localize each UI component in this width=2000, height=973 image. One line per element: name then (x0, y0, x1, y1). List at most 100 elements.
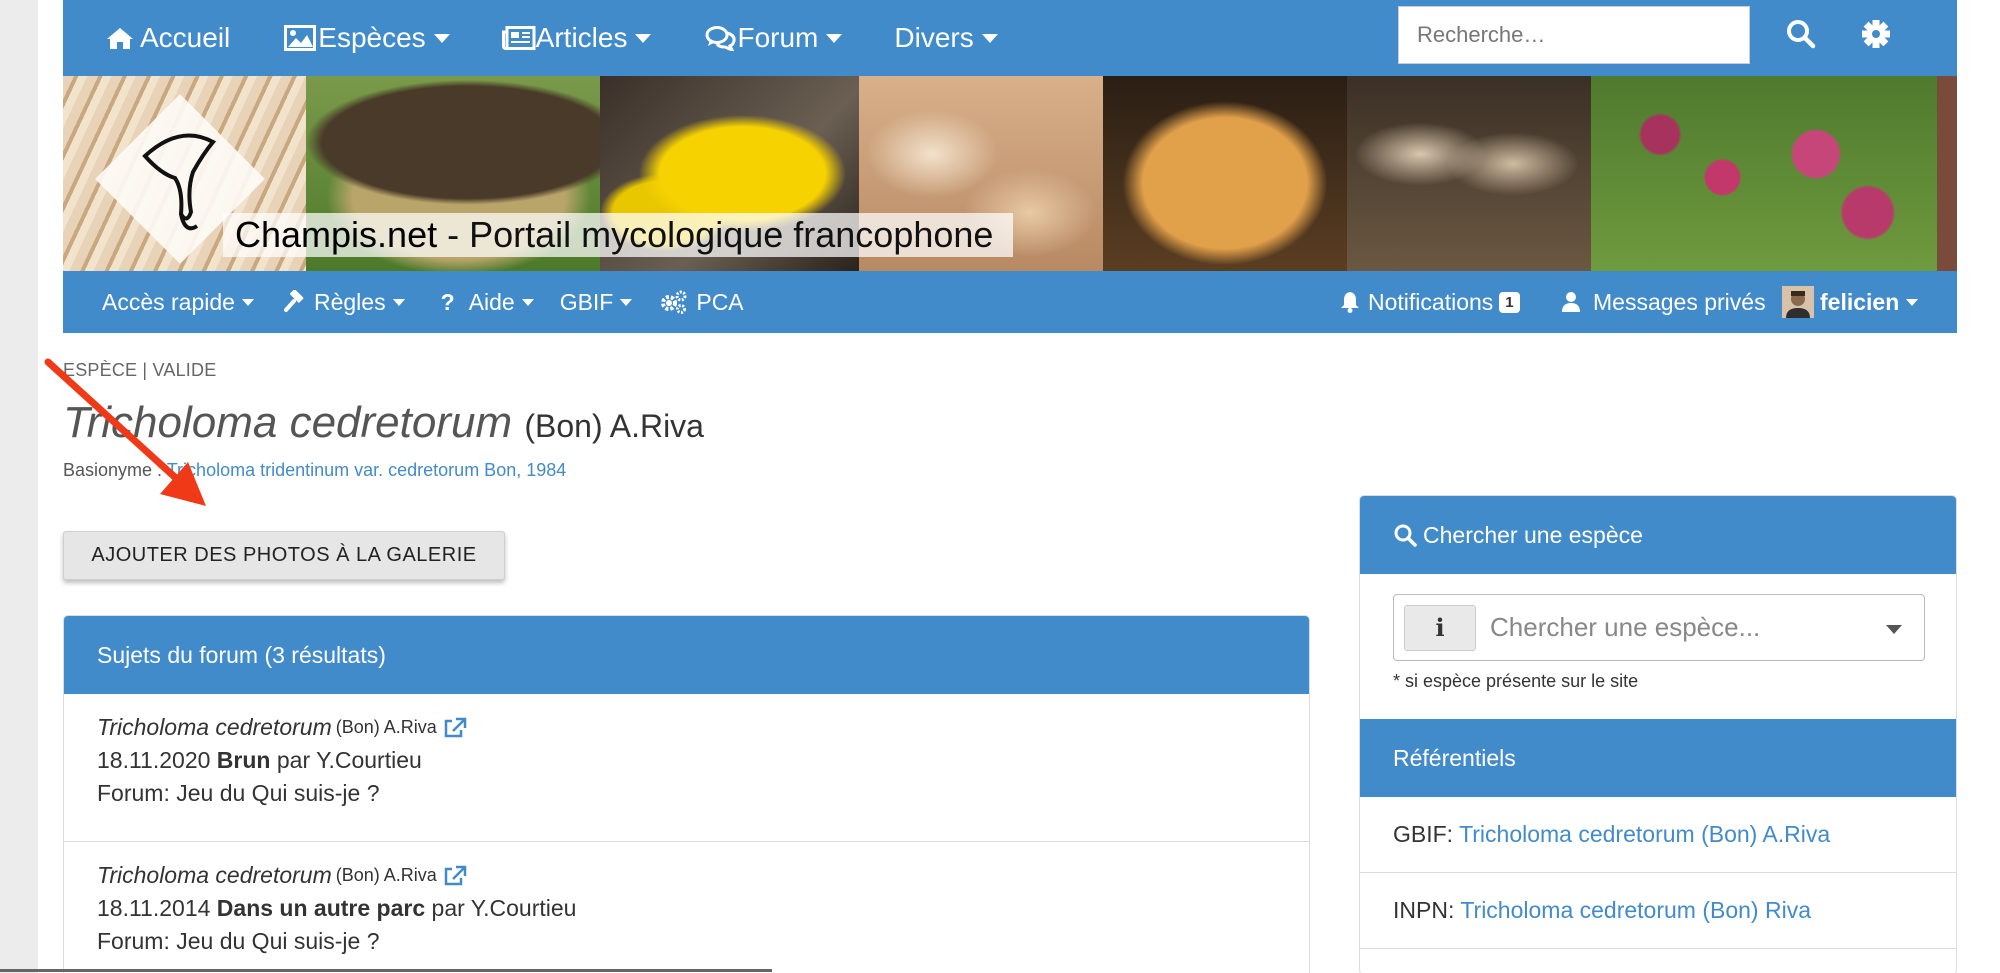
species-search-body: i Chercher une espèce... * si espèce pré… (1360, 574, 1956, 719)
nav-accueil-label: Accueil (140, 22, 231, 53)
chevron-down-icon (392, 298, 405, 306)
referentials-header: Référentiels (1360, 719, 1956, 797)
subnav-aide[interactable]: ? Aide (441, 289, 534, 316)
notifications-link[interactable]: Notifications 1 (1340, 289, 1520, 316)
list-item: Tricholoma cedretorum (Bon) A.Riva 18.11… (64, 842, 1309, 973)
topic-author: par Y.Courtieu (276, 747, 422, 773)
search-icon (1394, 524, 1417, 547)
topic-species-author: (Bon) A.Riva (335, 865, 437, 885)
topic-species: Tricholoma cedretorum (Bon) A.Riva (97, 862, 1276, 889)
topic-species-name: Tricholoma cedretorum (97, 862, 332, 888)
notifications-label: Notifications (1368, 288, 1494, 315)
topic-title[interactable]: Brun (217, 747, 271, 773)
private-messages-link[interactable]: Messages privés (1561, 289, 1766, 316)
home-icon (107, 28, 133, 49)
nav-divers[interactable]: Divers (894, 22, 998, 54)
topic-forum: Forum: Jeu du Qui suis-je ? (97, 780, 380, 806)
search-input[interactable]: Recherche… (1398, 6, 1750, 64)
avatar (1782, 286, 1814, 318)
ref-inpn-link[interactable]: Tricholoma cedretorum (Bon) Riva (1460, 897, 1811, 924)
search-icon[interactable] (1785, 18, 1817, 50)
species-select-placeholder: Chercher une espèce... (1490, 612, 1761, 642)
sidebar: Chercher une espèce i Chercher une espèc… (1359, 495, 1957, 973)
info-icon[interactable]: i (1404, 604, 1476, 651)
add-gallery-photos-button[interactable]: AJOUTER DES PHOTOS À LA GALERIE (63, 531, 505, 580)
site-banner: Champis.net - Portail mycologique franco… (63, 76, 1957, 271)
topic-species: Tricholoma cedretorum (Bon) A.Riva (97, 714, 1276, 741)
chevron-down-icon (620, 298, 633, 306)
gear-icon[interactable] (1860, 18, 1892, 50)
newspaper-icon (501, 26, 536, 50)
topic-meta: 18.11.2020 Brun par Y.Courtieu (97, 747, 1276, 774)
basionym-label: Basionyme : (63, 460, 167, 480)
nav-articles[interactable]: Articles (501, 22, 652, 54)
subnav-pca[interactable]: PCA (660, 288, 744, 316)
nav-divers-label: Divers (894, 22, 974, 53)
topic-author: par Y.Courtieu (431, 895, 577, 921)
nav-especes-label: Espèces (318, 22, 426, 53)
gavel-icon (283, 290, 304, 312)
bell-icon (1341, 292, 1359, 313)
topic-meta: 18.11.2014 Dans un autre parc par Y.Cour… (97, 895, 1276, 922)
topic-species-author: (Bon) A.Riva (335, 717, 437, 737)
nav-articles-label: Articles (535, 22, 628, 53)
basionym: Basionyme : Tricholoma tridentinum var. … (63, 460, 566, 481)
subnav-regles[interactable]: Règles (283, 288, 405, 316)
site-name: Champis.net (235, 214, 438, 255)
page: Accueil Espèces Articles Forum Divers Re… (38, 0, 2000, 973)
ref-gbif-link[interactable]: Tricholoma cedretorum (Bon) A.Riva (1459, 821, 1830, 848)
topic-forum: Forum: Jeu du Qui suis-je ? (97, 928, 380, 954)
subnav-aide-label: Aide (468, 288, 515, 315)
species-search-hint: * si espèce présente sur le site (1393, 671, 1639, 691)
image-icon (284, 25, 317, 51)
user-menu[interactable]: felicien (1782, 286, 1919, 318)
comments-icon (705, 26, 737, 51)
list-item: Tricholoma cedretorum (Bon) A.Riva 18.11… (64, 694, 1309, 842)
subnav-gbif[interactable]: GBIF (560, 289, 633, 316)
ref-inpn-label: INPN: (1393, 897, 1455, 923)
forum-topics-panel: Sujets du forum (3 résultats) Tricholoma… (63, 615, 1310, 973)
sub-navbar: Accès rapide Règles ? Aide GBIF PCA Noti… (63, 271, 1957, 333)
user-icon (1562, 292, 1580, 312)
top-navbar: Accueil Espèces Articles Forum Divers Re… (63, 0, 1957, 76)
external-link-icon[interactable] (443, 865, 467, 887)
user-name: felicien (1820, 288, 1900, 315)
nav-especes[interactable]: Espèces (284, 22, 450, 54)
nav-forum[interactable]: Forum (705, 22, 843, 54)
external-link-icon[interactable] (443, 717, 467, 739)
scrollbar-track[interactable] (0, 969, 772, 972)
topic-date: 18.11.2020 (97, 747, 211, 773)
species-search-title: Chercher une espèce (1423, 521, 1643, 548)
species-search-header: Chercher une espèce (1360, 496, 1956, 574)
banner-photo-7 (1591, 76, 1937, 271)
notifications-count-badge: 1 (1499, 291, 1520, 313)
site-tagline: - Portail mycologique francophone (437, 214, 994, 255)
site-title[interactable]: Champis.net - Portail mycologique franco… (223, 213, 1014, 257)
banner-photo-5 (1103, 76, 1347, 271)
subnav-acces-rapide[interactable]: Accès rapide (102, 289, 254, 316)
chevron-down-icon (826, 33, 843, 43)
question-icon: ? (440, 288, 455, 315)
species-name: Tricholoma cedretorum (63, 398, 513, 447)
chevron-down-icon (1906, 298, 1919, 306)
chevron-down-icon (981, 33, 998, 43)
ref-inpn: INPN: Tricholoma cedretorum (Bon) Riva (1360, 873, 1956, 949)
forum-panel-header: Sujets du forum (3 résultats) (64, 616, 1309, 694)
subnav-regles-label: Règles (313, 288, 386, 315)
subnav-acces-rapide-label: Accès rapide (102, 288, 235, 315)
chevron-down-icon (241, 298, 254, 306)
chevron-down-icon (521, 298, 534, 306)
banner-photo-6 (1347, 76, 1591, 271)
basionym-link[interactable]: Tricholoma tridentinum var. cedretorum B… (167, 460, 567, 480)
nav-accueil[interactable]: Accueil (106, 22, 230, 54)
page-title: Tricholoma cedretorum (Bon) A.Riva (63, 398, 704, 448)
species-select[interactable]: i Chercher une espèce... (1393, 594, 1925, 661)
subnav-pca-label: PCA (696, 288, 744, 315)
banner-photo-8 (1937, 76, 1957, 271)
topic-date: 18.11.2014 (97, 895, 211, 921)
private-messages-label: Messages privés (1593, 288, 1766, 315)
chevron-down-icon (433, 33, 450, 43)
topic-title[interactable]: Dans un autre parc (217, 895, 425, 921)
species-author: (Bon) A.Riva (524, 408, 704, 444)
cogs-icon (661, 290, 687, 314)
